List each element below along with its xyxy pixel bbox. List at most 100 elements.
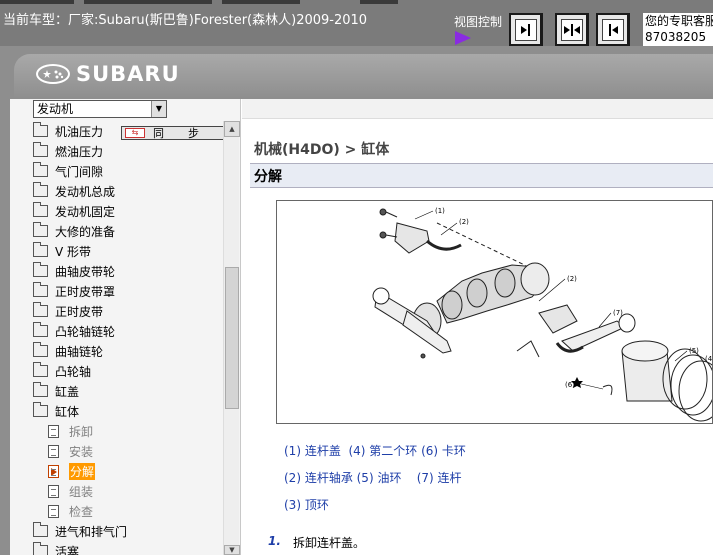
tree-item-label: 拆卸 xyxy=(69,424,94,439)
top-stripe xyxy=(84,0,212,4)
sync-label: 同步 xyxy=(153,127,223,140)
tree-folder-item[interactable]: 缸体 xyxy=(33,401,79,421)
callout-2b: (2) xyxy=(567,275,577,283)
tree-item-label: 缸盖 xyxy=(55,384,80,399)
legend-line: (3) 顶环 xyxy=(284,498,329,512)
document-icon xyxy=(48,504,59,518)
content-header-band xyxy=(242,99,713,119)
folder-icon xyxy=(33,282,48,297)
expand-right-button[interactable] xyxy=(509,13,543,46)
tree-item-label: 组装 xyxy=(69,484,94,499)
tree-leaf-item[interactable]: 安装 xyxy=(48,441,93,461)
folder-icon xyxy=(33,342,48,357)
folder-open-icon xyxy=(33,402,48,417)
tree-folder-item[interactable]: 缸盖 xyxy=(33,381,79,401)
brand-banner: SUBARU xyxy=(0,46,713,99)
tree-folder-item[interactable]: 大修的准备 xyxy=(33,221,115,241)
support-phone: 87038205 xyxy=(645,30,707,44)
folder-icon xyxy=(33,542,48,555)
tree-folder-item[interactable]: 曲轴链轮 xyxy=(33,341,103,361)
folder-icon xyxy=(33,322,48,337)
split-view-button[interactable] xyxy=(555,13,589,46)
exploded-view-figure: (1) (2) (2) (7) (6) (5) (4) xyxy=(276,200,713,424)
folder-icon xyxy=(33,242,48,257)
section-bar xyxy=(250,163,713,188)
tree-item-label: 机油压力 xyxy=(55,124,104,139)
folder-icon xyxy=(33,262,48,277)
tree-leaf-item[interactable]: 分解 xyxy=(48,461,96,481)
system-select[interactable]: 发动机 ▼ xyxy=(33,100,167,118)
tree-item-label: 进气和排气门 xyxy=(55,524,128,539)
expand-left-button[interactable] xyxy=(596,13,630,46)
subaru-stars-icon xyxy=(36,64,70,84)
tree-folder-item[interactable]: V 形带 xyxy=(33,241,91,261)
folder-icon xyxy=(33,142,48,157)
tree-item-label: 曲轴皮带轮 xyxy=(55,264,116,279)
banner-panel: SUBARU xyxy=(14,54,713,97)
tree-item-label: 活塞 xyxy=(55,544,80,555)
tree-item-label: 燃油压力 xyxy=(55,144,104,159)
folder-icon xyxy=(33,302,48,317)
split-view-icon xyxy=(560,18,583,41)
logo-text: SUBARU xyxy=(76,62,180,86)
sidebar-scrollbar[interactable]: ▲ ▼ xyxy=(223,121,240,555)
scroll-up-arrow-icon[interactable]: ▲ xyxy=(224,121,240,137)
tree-leaf-item[interactable]: 拆卸 xyxy=(48,421,93,441)
breadcrumb: 机械(H4DO) > 缸体 xyxy=(254,142,390,158)
tree-folder-item[interactable]: 燃油压力 xyxy=(33,141,103,161)
tree-item-label: 发动机总成 xyxy=(55,184,116,199)
top-stripe xyxy=(0,0,74,4)
view-arrow-icon xyxy=(455,31,471,45)
tree-folder-item[interactable]: 进气和排气门 xyxy=(33,521,127,541)
folder-icon xyxy=(33,162,48,177)
support-box: 您的专职客服 87038205 xyxy=(643,13,713,46)
tree-item-label: 曲轴链轮 xyxy=(55,344,104,359)
tree-folder-item[interactable]: 机油压力 xyxy=(33,121,103,141)
document-selected-icon xyxy=(48,464,59,478)
tree-folder-item[interactable]: 活塞 xyxy=(33,541,79,555)
tree-leaf-item[interactable]: 检查 xyxy=(48,501,93,521)
folder-icon xyxy=(33,202,48,217)
sync-button[interactable]: ⇆ 同步 xyxy=(121,126,227,140)
tree-folder-item[interactable]: 正时皮带 xyxy=(33,301,103,321)
callout-2a: (2) xyxy=(459,218,469,226)
tree-folder-item[interactable]: 凸轮轴 xyxy=(33,361,91,381)
tree-leaf-item[interactable]: 组装 xyxy=(48,481,93,501)
sidebar-gutter xyxy=(0,99,10,555)
section-title: 分解 xyxy=(254,169,282,185)
scroll-thumb[interactable] xyxy=(225,267,239,409)
document-icon xyxy=(48,444,59,458)
folder-icon xyxy=(33,382,48,397)
tree-item-label: 凸轮轴 xyxy=(55,364,92,379)
step-text: 拆卸连杆盖。 xyxy=(293,536,366,550)
app-window: 当前车型：厂家:Subaru(斯巴鲁)Forester(森林人)2009-201… xyxy=(0,0,713,555)
tree-folder-item[interactable]: 曲轴皮带轮 xyxy=(33,261,115,281)
legend-line: (2) 连杆轴承 (5) 油环 (7) 连杆 xyxy=(284,471,462,485)
callout-1: (1) xyxy=(435,207,445,215)
tree-folder-item[interactable]: 正时皮带罩 xyxy=(33,281,115,301)
top-stripe xyxy=(360,0,398,4)
chevron-down-icon[interactable]: ▼ xyxy=(151,101,166,117)
document-icon xyxy=(48,424,59,438)
tree-folder-item[interactable]: 发动机总成 xyxy=(33,181,115,201)
callout-7: (7) xyxy=(613,309,623,317)
step-number: 1. xyxy=(268,534,281,548)
folder-icon xyxy=(33,522,48,537)
sync-icon: ⇆ xyxy=(125,128,145,138)
tree-folder-item[interactable]: 气门间隙 xyxy=(33,161,103,181)
folder-icon xyxy=(33,182,48,197)
tree-item-label: V 形带 xyxy=(55,244,92,259)
view-control-label: 视图控制 xyxy=(454,15,503,29)
tree-item-label: 缸体 xyxy=(55,404,80,419)
system-select-value: 发动机 xyxy=(37,102,74,116)
tree-folder-item[interactable]: 凸轮轴链轮 xyxy=(33,321,115,341)
tree-item-label: 发动机固定 xyxy=(55,204,116,219)
folder-icon xyxy=(33,222,48,237)
tree-item-label: 安装 xyxy=(69,444,94,459)
tree-folder-item[interactable]: 发动机固定 xyxy=(33,201,115,221)
legend-line: (1) 连杆盖 (4) 第二个环 (6) 卡环 xyxy=(284,444,466,458)
scroll-down-arrow-icon[interactable]: ▼ xyxy=(224,545,240,555)
subaru-logo: SUBARU xyxy=(36,62,180,86)
expand-right-icon xyxy=(514,18,537,41)
callout-4: (4) xyxy=(705,355,713,363)
